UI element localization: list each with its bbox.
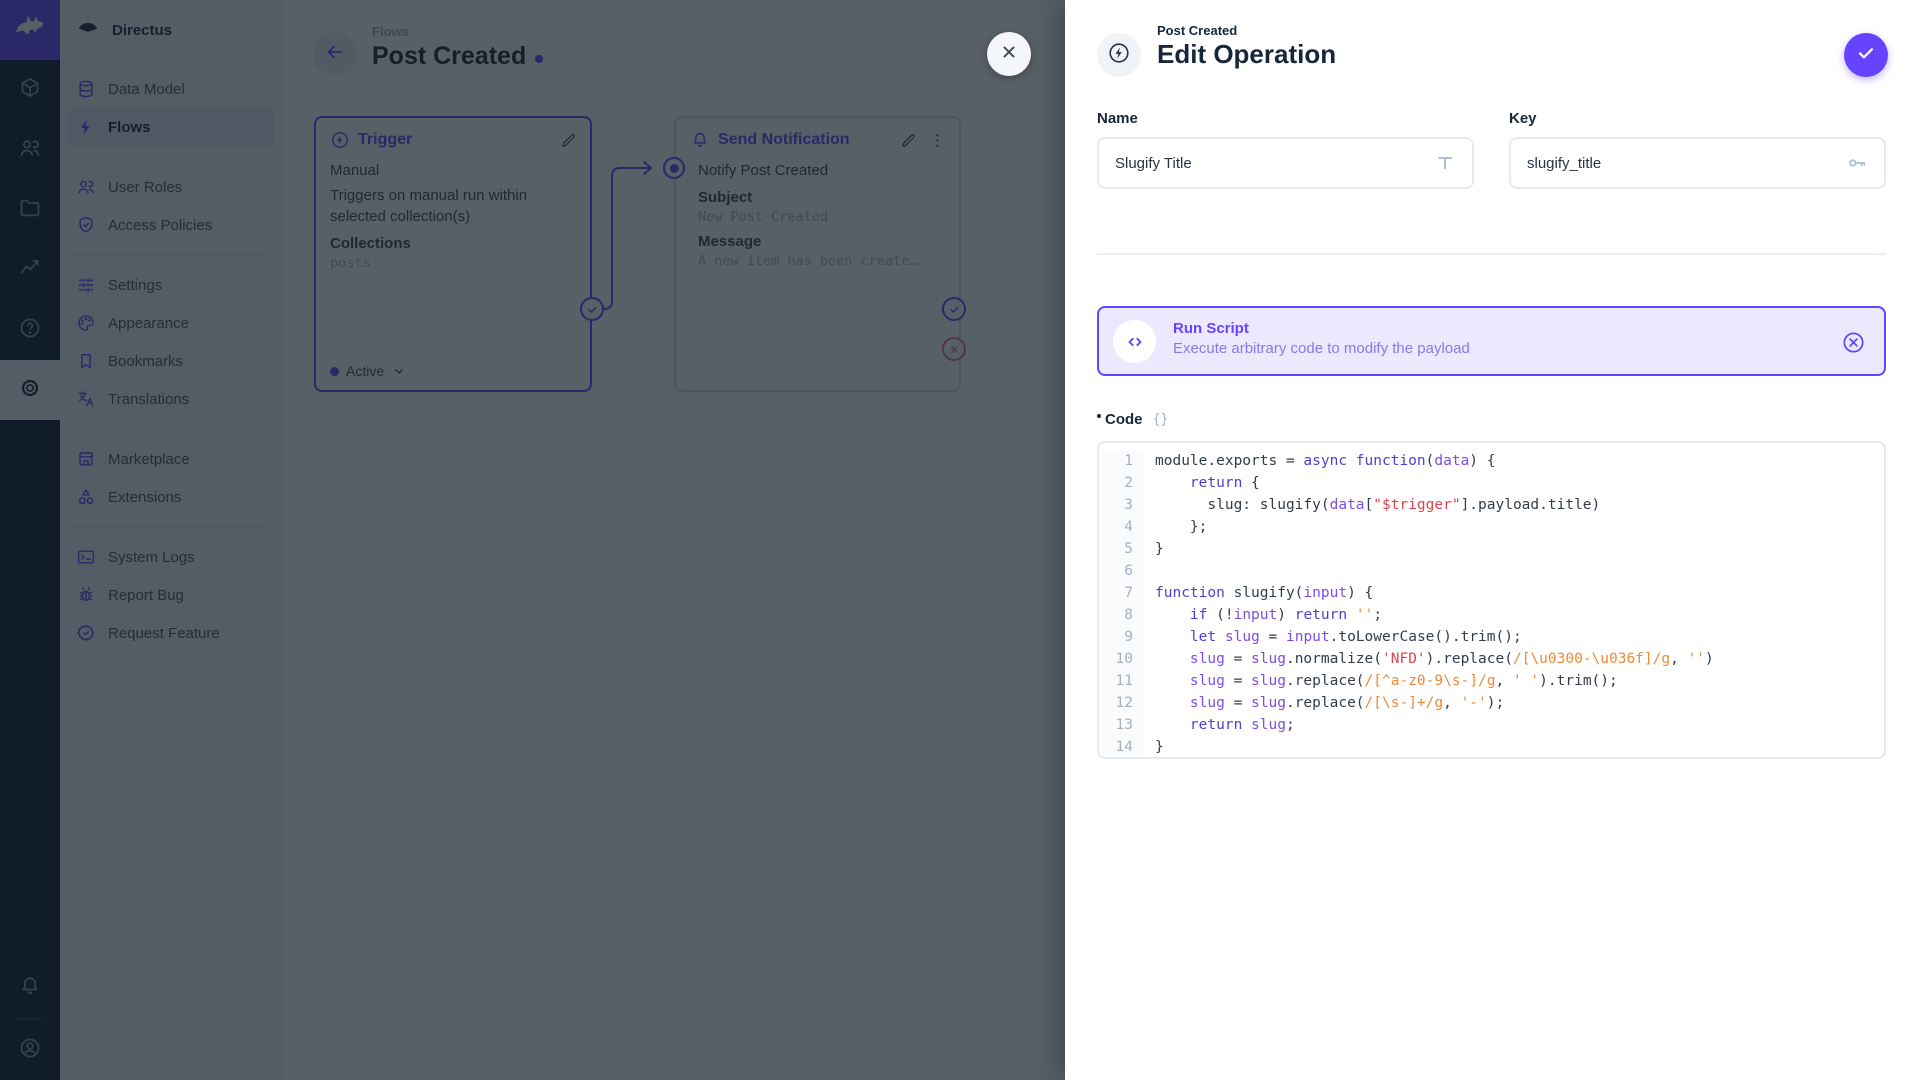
app-root: Directus Data ModelFlowsUser RolesAccess… [0, 0, 1920, 1080]
line-number: 14 [1099, 736, 1143, 758]
name-input-value: Slugify Title [1115, 155, 1434, 172]
code-line-3: 3 slug: slugify(data["$trigger"].payload… [1099, 494, 1884, 516]
code-icon [1113, 320, 1156, 363]
key-field-label: Key [1509, 110, 1537, 127]
drawer-context: Post Created [1157, 23, 1336, 38]
title-icon [1434, 152, 1456, 174]
line-number: 1 [1099, 450, 1143, 472]
code-line-1: 1module.exports = async function(data) { [1099, 450, 1884, 472]
code-line-2: 2 return { [1099, 472, 1884, 494]
check-icon [1855, 42, 1877, 69]
code-line-9: 9 let slug = input.toLowerCase().trim(); [1099, 626, 1884, 648]
close-drawer-button[interactable] [987, 32, 1031, 76]
operation-type-icon-button [1097, 33, 1141, 77]
code-line-8: 8 if (!input) return ''; [1099, 604, 1884, 626]
line-number: 9 [1099, 626, 1143, 648]
code-line-12: 12 slug = slug.replace(/[\s-]+/g, '-'); [1099, 692, 1884, 714]
code-line-5: 5} [1099, 538, 1884, 560]
line-number: 5 [1099, 538, 1143, 560]
line-number: 8 [1099, 604, 1143, 626]
code-line-14: 14} [1099, 736, 1884, 758]
bolt-circle-icon [1107, 41, 1131, 70]
run-script-banner[interactable]: Run Script Execute arbitrary code to mod… [1097, 306, 1886, 376]
key-icon [1846, 152, 1868, 174]
key-input-value: slugify_title [1527, 155, 1846, 172]
code-editor[interactable]: 1module.exports = async function(data) {… [1097, 441, 1886, 759]
code-line-7: 7function slugify(input) { [1099, 582, 1884, 604]
line-number: 12 [1099, 692, 1143, 714]
braces-icon [1151, 410, 1170, 429]
save-operation-button[interactable] [1844, 33, 1888, 77]
remove-operation-type-button[interactable] [1841, 330, 1866, 355]
line-number: 3 [1099, 494, 1143, 516]
drawer-title: Edit Operation [1157, 39, 1336, 70]
code-lines: 1module.exports = async function(data) {… [1099, 443, 1884, 758]
line-number: 4 [1099, 516, 1143, 538]
line-number: 11 [1099, 670, 1143, 692]
run-script-subtitle: Execute arbitrary code to modify the pay… [1173, 340, 1470, 357]
line-number: 7 [1099, 582, 1143, 604]
close-icon [999, 42, 1019, 67]
code-line-13: 13 return slug; [1099, 714, 1884, 736]
key-input[interactable]: slugify_title [1509, 137, 1886, 189]
modal-overlay[interactable] [0, 0, 1065, 1080]
drawer-header: Post Created Edit Operation [1157, 23, 1336, 70]
run-script-title: Run Script [1173, 320, 1470, 337]
name-field-label: Name [1097, 110, 1138, 127]
code-field-header: Code [1097, 410, 1170, 429]
code-line-4: 4 }; [1099, 516, 1884, 538]
line-number: 10 [1099, 648, 1143, 670]
code-line-6: 6 [1099, 560, 1884, 582]
code-field-label: Code [1105, 411, 1143, 428]
line-number: 13 [1099, 714, 1143, 736]
edit-operation-drawer: Post Created Edit Operation Name Key Slu… [1065, 0, 1920, 1080]
line-number: 2 [1099, 472, 1143, 494]
code-line-11: 11 slug = slug.replace(/[^a-z0-9\s-]/g, … [1099, 670, 1884, 692]
name-input[interactable]: Slugify Title [1097, 137, 1474, 189]
code-line-10: 10 slug = slug.normalize('NFD').replace(… [1099, 648, 1884, 670]
line-number: 6 [1099, 560, 1143, 582]
drawer-divider [1097, 253, 1886, 255]
edited-indicator-dot [1097, 414, 1101, 418]
